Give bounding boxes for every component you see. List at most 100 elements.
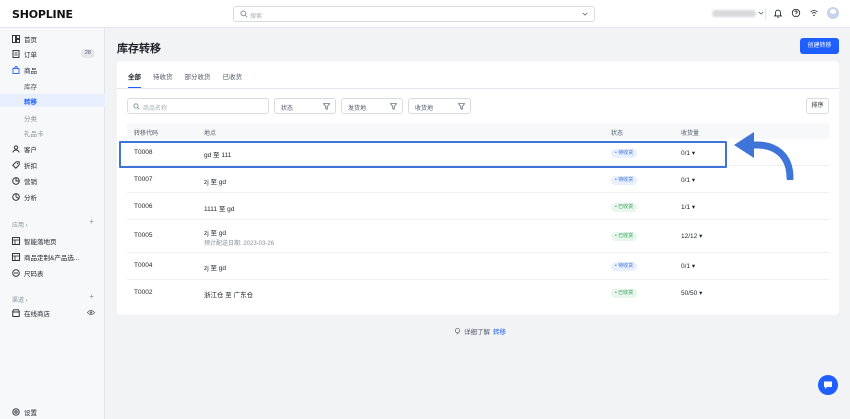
status-filter[interactable]: 状态 [274, 98, 336, 114]
sidebar-item-orders[interactable]: 订单 28 [0, 47, 105, 60]
table-row[interactable]: T0004 zj 至 gd • 待收货 0/1 ▾ [127, 253, 829, 280]
channels-group-label[interactable]: 渠道 › [12, 295, 28, 304]
destination-filter[interactable]: 收货地 [408, 98, 471, 114]
sidebar-item-transfers[interactable]: 转移 [0, 94, 105, 107]
tab-received[interactable]: 已收货 [223, 71, 243, 89]
shopline-logo[interactable]: SHOPLINE [12, 8, 73, 21]
filter-icon [458, 103, 465, 110]
received-qty: 0/1 [681, 177, 691, 184]
chart-icon [12, 192, 20, 201]
sidebar-item-discounts[interactable]: 折扣 [0, 158, 105, 171]
col-header-code[interactable]: 转移代码 [134, 128, 158, 137]
search-placeholder: 商品名称 [143, 106, 168, 112]
sidebar-item-size-chart[interactable]: 尺码表 [0, 266, 105, 279]
sidebar-item-label: 商品定制&产品选... [24, 254, 80, 262]
filter-icon [323, 103, 330, 110]
tab-pending[interactable]: 待收货 [153, 71, 173, 89]
transfer-code[interactable]: T0005 [134, 232, 152, 239]
table-row[interactable]: T0007 zj 至 gd • 待收货 0/1 ▾ [127, 166, 829, 193]
table-row[interactable]: T0002 浙江仓 至 广东仓 • 已收货 50/50 ▾ [127, 280, 829, 307]
transfer-location: zj 至 gd [204, 179, 227, 186]
sidebar-item-settings[interactable]: 设置 [0, 405, 105, 418]
transfer-code[interactable]: T0006 [134, 203, 152, 210]
store-chevron-icon[interactable] [758, 10, 764, 16]
received-qty: 12/12 [681, 233, 698, 240]
tab-partial[interactable]: 部分收货 [185, 71, 211, 89]
user-icon [12, 144, 20, 153]
avatar[interactable] [827, 7, 839, 19]
store-name-blurred[interactable] [712, 10, 756, 17]
table-row[interactable]: T0005 zj 至 gd 预计配送日期: 2023-03-26 • 已收货 1… [127, 220, 829, 253]
received-qty-dropdown[interactable]: 50/50 ▾ [681, 289, 702, 297]
learn-more-text: 详细了解 [464, 329, 490, 336]
add-app-button[interactable]: + [89, 217, 94, 226]
status-badge-text: 待收货 [618, 263, 634, 269]
sidebar-item-label: 分类 [24, 115, 37, 123]
sidebar-item-categories[interactable]: 分类 [0, 111, 105, 124]
status-badge: • 已收货 [611, 203, 638, 212]
learn-more-footer: 详细了解 转移 [454, 326, 506, 336]
transfer-code[interactable]: T0004 [134, 262, 152, 269]
sidebar-item-label: 折扣 [24, 162, 37, 170]
add-channel-button[interactable]: + [89, 292, 94, 301]
col-header-location: 地点 [204, 131, 217, 137]
eye-icon[interactable] [87, 309, 95, 316]
sidebar-item-label: 智能落地页 [24, 238, 57, 246]
tab-all[interactable]: 全部 [128, 71, 141, 89]
page-title: 库存转移 [117, 43, 161, 55]
home-icon [12, 34, 20, 43]
row-highlight-box [119, 141, 727, 168]
col-header-status: 状态 [611, 131, 624, 137]
received-qty-dropdown[interactable]: 0/1 ▾ [681, 176, 695, 184]
sidebar-item-home[interactable]: 首页 [0, 32, 105, 45]
apps-group-label[interactable]: 应用 › [12, 220, 28, 229]
create-transfer-button[interactable]: 创建转移 [800, 38, 839, 54]
received-qty-dropdown[interactable]: 0/1 ▾ [681, 262, 695, 270]
curved-arrow-icon [734, 132, 794, 180]
received-qty: 0/1 [681, 263, 691, 270]
sidebar: 首页 订单 28 商品 库存 转移 分类 礼品卡 客户 折扣 营销 分析 应用 … [0, 28, 105, 419]
sidebar-item-inventory[interactable]: 库存 [0, 79, 105, 92]
sidebar-item-label: 尺码表 [24, 270, 44, 278]
tabs-divider [117, 88, 839, 89]
origin-filter[interactable]: 发货地 [341, 98, 403, 114]
received-qty-dropdown[interactable]: 1/1 ▾ [681, 203, 695, 211]
sidebar-item-label: 首页 [24, 36, 37, 44]
sidebar-item-marketing[interactable]: 营销 [0, 174, 105, 187]
sidebar-item-label: 客户 [24, 146, 37, 154]
chat-support-button[interactable] [818, 375, 838, 395]
learn-more-link[interactable]: 转移 [493, 326, 506, 336]
top-bar: SHOPLINE 搜索 [0, 0, 850, 28]
order-icon [12, 49, 20, 58]
status-badge-text: 待收货 [618, 177, 634, 183]
search-placeholder: 搜索 [250, 14, 263, 20]
store-icon [12, 308, 20, 317]
apps-group-text: 应用 [12, 223, 25, 229]
chevron-down-icon[interactable] [582, 11, 588, 17]
sidebar-item-gift-cards[interactable]: 礼品卡 [0, 126, 105, 139]
sidebar-item-label: 在线商店 [24, 310, 50, 318]
sort-button[interactable]: 排序 [806, 98, 829, 114]
received-qty-dropdown[interactable]: 12/12 ▾ [681, 232, 702, 240]
status-badge: • 待收货 [611, 262, 638, 271]
sidebar-item-online-store[interactable]: 在线商店 [0, 306, 105, 319]
bell-icon[interactable] [773, 8, 783, 18]
transfer-location: zj 至 gd [204, 265, 227, 272]
sidebar-item-analytics[interactable]: 分析 [0, 190, 105, 203]
search-icon [133, 103, 140, 110]
product-search-input[interactable]: 商品名称 [127, 98, 269, 114]
help-icon[interactable] [791, 8, 801, 18]
lightbulb-icon [454, 327, 461, 334]
status-badge: • 已收货 [611, 289, 638, 298]
sidebar-item-label: 转移 [24, 98, 37, 106]
transfer-code[interactable]: T0002 [134, 289, 152, 296]
sidebar-item-customers[interactable]: 客户 [0, 142, 105, 155]
table-row[interactable]: T0006 1111 至 gd • 已收货 1/1 ▾ [127, 193, 829, 220]
sidebar-item-customization[interactable]: 商品定制&产品选... [0, 250, 105, 263]
sidebar-item-landing-page[interactable]: 智能落地页 [0, 234, 105, 247]
global-search-input[interactable]: 搜索 [233, 6, 595, 22]
transfer-code[interactable]: T0007 [134, 176, 152, 183]
sidebar-item-products[interactable]: 商品 [0, 63, 105, 76]
grid-icon [12, 236, 20, 245]
wifi-icon[interactable] [809, 8, 819, 18]
